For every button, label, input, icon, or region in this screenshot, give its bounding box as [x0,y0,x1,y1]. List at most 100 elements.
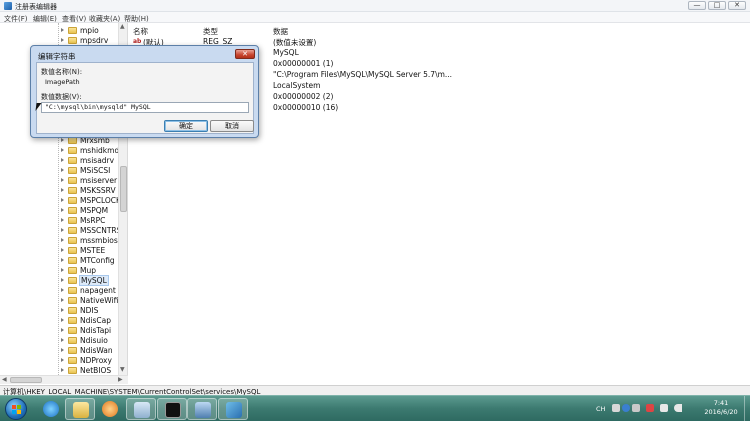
expand-arrow-icon[interactable] [60,368,65,373]
column-header-name[interactable]: 名称 [133,26,148,37]
value-name-field: ImagePath [41,77,249,88]
expand-arrow-icon[interactable] [60,168,65,173]
taskbar-app[interactable] [126,398,156,420]
title-bar: 注册表编辑器 — □ ✕ [0,0,750,12]
taskbar-explorer[interactable] [65,398,95,420]
expand-arrow-icon[interactable] [60,298,65,303]
ie-icon [43,401,59,417]
value-data[interactable]: "C:\Program Files\MySQL\MySQL Server 5.7… [273,70,452,79]
expand-arrow-icon[interactable] [60,318,65,323]
language-indicator[interactable]: CH [596,405,605,413]
folder-icon [68,357,77,364]
tree-horizontal-scrollbar[interactable]: ◀ ▶ [0,375,128,384]
expand-arrow-icon[interactable] [60,258,65,263]
folder-icon [68,267,77,274]
minimize-button[interactable]: — [688,1,706,10]
folder-icon [68,187,77,194]
taskbar-ie[interactable] [36,398,66,420]
expand-arrow-icon[interactable] [60,278,65,283]
help-icon[interactable] [622,404,630,412]
scroll-up-icon[interactable]: ▲ [120,23,125,31]
value-data[interactable]: LocalSystem [273,81,320,90]
folder-icon [68,337,77,344]
value-data[interactable]: 0x00000001 (1) [273,59,333,68]
folder-icon [68,227,77,234]
edit-string-dialog: 编辑字符串 ✕ 数值名称(N): ImagePath 数值数据(V): "C:\… [30,45,259,138]
media-player-icon [102,401,118,417]
cmd-icon [165,402,181,418]
value-data-label: 数值数据(V): [41,93,82,101]
folder-icon [68,157,77,164]
scroll-right-icon[interactable]: ▶ [118,376,123,384]
expand-arrow-icon[interactable] [60,328,65,333]
expand-arrow-icon[interactable] [60,138,65,143]
tray-settings-icon[interactable] [632,404,640,412]
expand-arrow-icon[interactable] [60,28,65,33]
folder-icon [68,327,77,334]
expand-arrow-icon[interactable] [60,198,65,203]
cancel-button[interactable]: 取消 [210,120,254,132]
tree-hscroll-thumb[interactable] [10,377,42,383]
menu-bar: 文件(F) 编辑(E) 查看(V) 收藏夹(A) 帮助(H) [0,12,750,23]
start-button[interactable] [5,398,27,420]
scroll-down-icon[interactable]: ▼ [120,366,125,374]
window-title: 注册表编辑器 [15,3,57,11]
expand-arrow-icon[interactable] [60,248,65,253]
expand-arrow-icon[interactable] [60,238,65,243]
expand-arrow-icon[interactable] [60,218,65,223]
close-button[interactable]: ✕ [728,1,746,10]
expand-arrow-icon[interactable] [60,188,65,193]
column-header-type[interactable]: 类型 [203,26,218,37]
clock[interactable]: 7:41 2016/6/20 [700,399,742,417]
clock-time: 7:41 [713,399,729,407]
folder-icon [68,207,77,214]
expand-arrow-icon[interactable] [60,268,65,273]
volume-icon[interactable] [674,404,682,412]
value-data-input[interactable]: "C:\mysql\bin\mysqld" MySQL [41,102,249,113]
expand-arrow-icon[interactable] [60,178,65,183]
expand-arrow-icon[interactable] [60,338,65,343]
expand-arrow-icon[interactable] [60,158,65,163]
expand-arrow-icon[interactable] [60,228,65,233]
taskbar-regedit[interactable] [218,398,248,420]
folder-icon [68,177,77,184]
value-data[interactable]: 0x00000002 (2) [273,92,333,101]
system-tray: CH [590,399,700,419]
folder-icon [68,367,77,374]
expand-arrow-icon[interactable] [60,148,65,153]
dialog-title: 编辑字符串 [38,52,76,61]
network-status-icon[interactable] [660,404,668,412]
expand-arrow-icon[interactable] [60,208,65,213]
folder-icon [68,347,77,354]
column-header-data[interactable]: 数据 [273,26,288,37]
value-name-label: 数值名称(N): [41,68,83,76]
input-method-icon[interactable] [612,404,620,412]
status-bar: 计算机\HKEY_LOCAL_MACHINE\SYSTEM\CurrentCon… [0,385,750,396]
scroll-left-icon[interactable]: ◀ [2,376,7,384]
flag-icon[interactable] [646,404,654,412]
folder-icon [68,27,77,34]
taskbar-media-player[interactable] [95,398,125,420]
expand-arrow-icon[interactable] [60,348,65,353]
value-data: (数值未设置) [273,38,317,47]
tree-scroll-thumb[interactable] [120,166,127,212]
expand-arrow-icon[interactable] [60,38,65,43]
maximize-button[interactable]: □ [708,1,726,10]
expand-arrow-icon[interactable] [60,358,65,363]
folder-icon [68,167,77,174]
string-value-icon: ab [133,38,142,45]
show-desktop-button[interactable] [744,396,750,421]
folder-icon [68,247,77,254]
folder-icon [68,277,77,284]
dialog-close-button[interactable]: ✕ [235,49,255,59]
network-icon [195,402,211,418]
expand-arrow-icon[interactable] [60,308,65,313]
value-data[interactable]: MySQL [273,48,299,57]
taskbar-cmd[interactable] [157,398,187,420]
taskbar-network[interactable] [187,398,217,420]
folder-icon [68,317,77,324]
folder-icon [68,257,77,264]
ok-button[interactable]: 确定 [164,120,208,132]
value-data[interactable]: 0x00000010 (16) [273,103,338,112]
expand-arrow-icon[interactable] [60,288,65,293]
